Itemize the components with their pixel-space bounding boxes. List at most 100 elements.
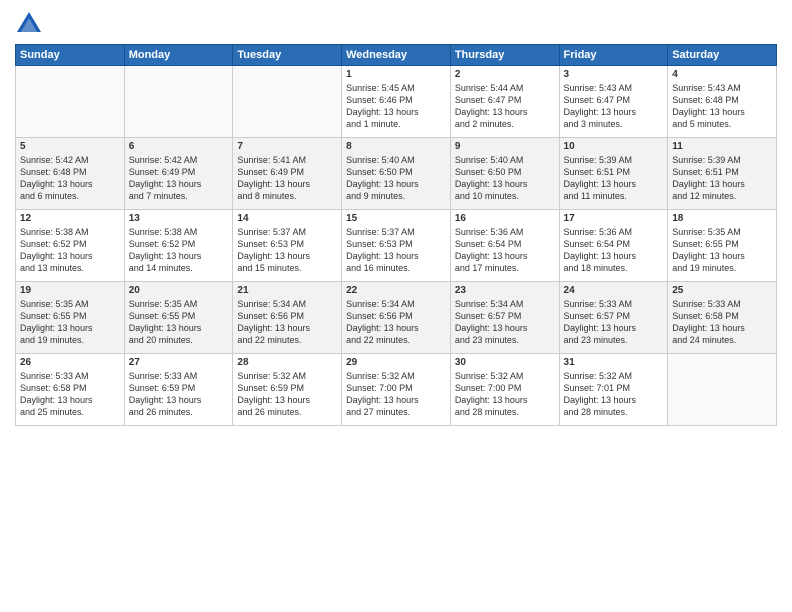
day-number: 15 [346,213,446,224]
day-content: Sunrise: 5:38 AM Sunset: 6:52 PM Dayligh… [129,226,229,275]
day-number: 31 [564,357,664,368]
day-number: 20 [129,285,229,296]
day-content: Sunrise: 5:34 AM Sunset: 6:56 PM Dayligh… [237,298,337,347]
col-header-wednesday: Wednesday [342,45,451,66]
day-cell: 25 Sunrise: 5:33 AM Sunset: 6:58 PM Dayli… [668,282,777,354]
day-number: 2 [455,69,555,80]
day-content: Sunrise: 5:42 AM Sunset: 6:48 PM Dayligh… [20,154,120,203]
day-cell: 28 Sunrise: 5:32 AM Sunset: 6:59 PM Dayli… [233,354,342,426]
day-content: Sunrise: 5:44 AM Sunset: 6:47 PM Dayligh… [455,82,555,131]
day-number: 27 [129,357,229,368]
day-content: Sunrise: 5:39 AM Sunset: 6:51 PM Dayligh… [672,154,772,203]
day-content: Sunrise: 5:33 AM Sunset: 6:59 PM Dayligh… [129,370,229,419]
day-number: 30 [455,357,555,368]
day-cell: 18 Sunrise: 5:35 AM Sunset: 6:55 PM Dayli… [668,210,777,282]
day-cell: 20 Sunrise: 5:35 AM Sunset: 6:55 PM Dayli… [124,282,233,354]
day-content: Sunrise: 5:32 AM Sunset: 7:00 PM Dayligh… [455,370,555,419]
day-cell: 26 Sunrise: 5:33 AM Sunset: 6:58 PM Dayli… [16,354,125,426]
col-header-saturday: Saturday [668,45,777,66]
day-number: 26 [20,357,120,368]
day-number: 11 [672,141,772,152]
day-cell: 1 Sunrise: 5:45 AM Sunset: 6:46 PM Daylig… [342,66,451,138]
day-number: 21 [237,285,337,296]
day-cell [668,354,777,426]
header-row: SundayMondayTuesdayWednesdayThursdayFrid… [16,45,777,66]
day-content: Sunrise: 5:33 AM Sunset: 6:58 PM Dayligh… [672,298,772,347]
day-content: Sunrise: 5:39 AM Sunset: 6:51 PM Dayligh… [564,154,664,203]
col-header-monday: Monday [124,45,233,66]
day-content: Sunrise: 5:35 AM Sunset: 6:55 PM Dayligh… [672,226,772,275]
day-cell: 11 Sunrise: 5:39 AM Sunset: 6:51 PM Dayli… [668,138,777,210]
day-content: Sunrise: 5:45 AM Sunset: 6:46 PM Dayligh… [346,82,446,131]
day-content: Sunrise: 5:32 AM Sunset: 6:59 PM Dayligh… [237,370,337,419]
day-cell: 7 Sunrise: 5:41 AM Sunset: 6:49 PM Daylig… [233,138,342,210]
day-number: 19 [20,285,120,296]
day-content: Sunrise: 5:34 AM Sunset: 6:57 PM Dayligh… [455,298,555,347]
header [15,10,777,38]
day-cell: 19 Sunrise: 5:35 AM Sunset: 6:55 PM Dayli… [16,282,125,354]
day-cell: 10 Sunrise: 5:39 AM Sunset: 6:51 PM Dayli… [559,138,668,210]
day-number: 7 [237,141,337,152]
day-number: 22 [346,285,446,296]
page: SundayMondayTuesdayWednesdayThursdayFrid… [0,0,792,612]
week-row-5: 26 Sunrise: 5:33 AM Sunset: 6:58 PM Dayli… [16,354,777,426]
day-cell: 5 Sunrise: 5:42 AM Sunset: 6:48 PM Daylig… [16,138,125,210]
week-row-1: 1 Sunrise: 5:45 AM Sunset: 6:46 PM Daylig… [16,66,777,138]
logo [15,10,47,38]
day-content: Sunrise: 5:32 AM Sunset: 7:01 PM Dayligh… [564,370,664,419]
day-number: 25 [672,285,772,296]
day-cell: 15Sunrise: 5:37 AM Sunset: 6:53 PM Dayli… [342,210,451,282]
day-number: 3 [564,69,664,80]
day-content: Sunrise: 5:43 AM Sunset: 6:48 PM Dayligh… [672,82,772,131]
day-cell: 14 Sunrise: 5:37 AM Sunset: 6:53 PM Dayli… [233,210,342,282]
day-cell: 2 Sunrise: 5:44 AM Sunset: 6:47 PM Daylig… [450,66,559,138]
day-cell [124,66,233,138]
week-row-3: 12 Sunrise: 5:38 AM Sunset: 6:52 PM Dayli… [16,210,777,282]
day-content: Sunrise: 5:35 AM Sunset: 6:55 PM Dayligh… [129,298,229,347]
day-number: 12 [20,213,120,224]
col-header-sunday: Sunday [16,45,125,66]
day-cell: 22 Sunrise: 5:34 AM Sunset: 6:56 PM Dayli… [342,282,451,354]
day-content: Sunrise: 5:36 AM Sunset: 6:54 PM Dayligh… [564,226,664,275]
day-number: 8 [346,141,446,152]
day-cell [233,66,342,138]
day-cell: 30 Sunrise: 5:32 AM Sunset: 7:00 PM Dayli… [450,354,559,426]
col-header-tuesday: Tuesday [233,45,342,66]
day-number: 18 [672,213,772,224]
day-cell: 24 Sunrise: 5:33 AM Sunset: 6:57 PM Dayli… [559,282,668,354]
day-cell: 17 Sunrise: 5:36 AM Sunset: 6:54 PM Dayli… [559,210,668,282]
day-cell: 27 Sunrise: 5:33 AM Sunset: 6:59 PM Dayli… [124,354,233,426]
day-content: Sunrise: 5:40 AM Sunset: 6:50 PM Dayligh… [455,154,555,203]
day-number: 17 [564,213,664,224]
day-number: 10 [564,141,664,152]
day-cell: 21 Sunrise: 5:34 AM Sunset: 6:56 PM Dayli… [233,282,342,354]
day-cell: 31 Sunrise: 5:32 AM Sunset: 7:01 PM Dayli… [559,354,668,426]
day-cell: 12Sunrise: 5:38 AM Sunset: 6:52 PM Dayli… [16,210,125,282]
day-content: Sunrise: 5:37 AM Sunset: 6:53 PM Dayligh… [237,226,337,275]
day-cell: 8Sunrise: 5:40 AM Sunset: 6:50 PM Daylig… [342,138,451,210]
day-content: Sunrise: 5:33 AM Sunset: 6:58 PM Dayligh… [20,370,120,419]
day-content: Sunrise: 5:33 AM Sunset: 6:57 PM Dayligh… [564,298,664,347]
day-number: 6 [129,141,229,152]
week-row-4: 19 Sunrise: 5:35 AM Sunset: 6:55 PM Dayli… [16,282,777,354]
col-header-thursday: Thursday [450,45,559,66]
day-number: 29 [346,357,446,368]
day-number: 23 [455,285,555,296]
day-content: Sunrise: 5:41 AM Sunset: 6:49 PM Dayligh… [237,154,337,203]
day-content: Sunrise: 5:42 AM Sunset: 6:49 PM Dayligh… [129,154,229,203]
day-number: 24 [564,285,664,296]
day-content: Sunrise: 5:35 AM Sunset: 6:55 PM Dayligh… [20,298,120,347]
day-number: 14 [237,213,337,224]
day-number: 4 [672,69,772,80]
day-cell: 4 Sunrise: 5:43 AM Sunset: 6:48 PM Daylig… [668,66,777,138]
day-number: 28 [237,357,337,368]
day-cell: 13Sunrise: 5:38 AM Sunset: 6:52 PM Dayli… [124,210,233,282]
day-content: Sunrise: 5:34 AM Sunset: 6:56 PM Dayligh… [346,298,446,347]
day-content: Sunrise: 5:36 AM Sunset: 6:54 PM Dayligh… [455,226,555,275]
day-content: Sunrise: 5:32 AM Sunset: 7:00 PM Dayligh… [346,370,446,419]
day-number: 5 [20,141,120,152]
week-row-2: 5 Sunrise: 5:42 AM Sunset: 6:48 PM Daylig… [16,138,777,210]
day-cell: 23 Sunrise: 5:34 AM Sunset: 6:57 PM Dayli… [450,282,559,354]
logo-icon [15,10,43,38]
day-number: 1 [346,69,446,80]
